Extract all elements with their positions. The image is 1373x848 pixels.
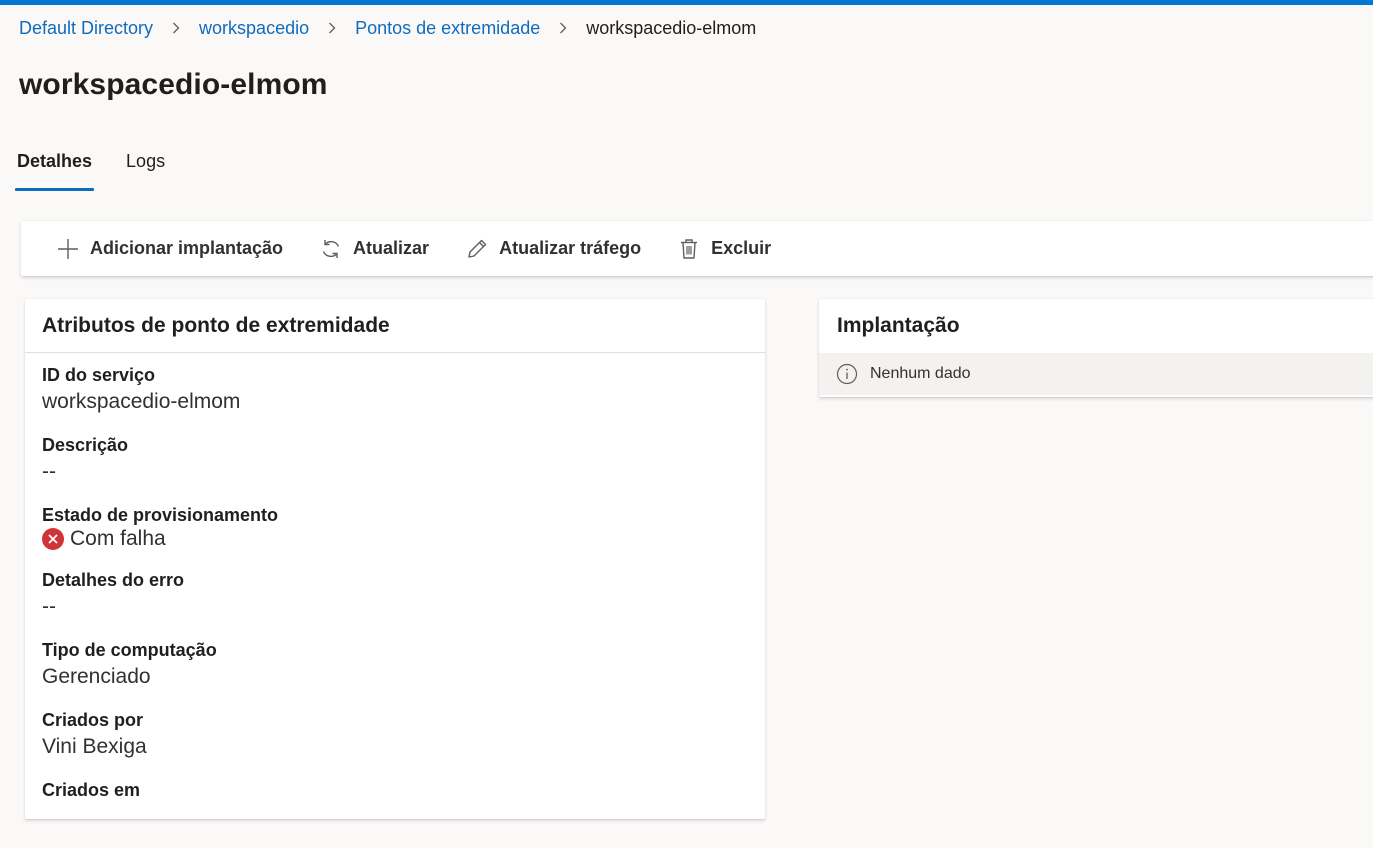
edit-pencil-icon	[468, 239, 487, 258]
breadcrumb: Default Directory workspacedio Pontos de…	[19, 16, 756, 40]
trash-icon	[681, 238, 698, 259]
attr-value: workspacedio-elmom	[42, 390, 241, 413]
attr-value: Com falha	[42, 527, 748, 551]
add-deployment-label: Adicionar implantação	[90, 238, 284, 258]
attr-label: ID do serviço	[42, 365, 156, 385]
attr-label: Detalhes do erro	[42, 570, 185, 590]
tab-list: Detalhes Logs	[15, 143, 197, 191]
endpoint-attributes-card: Atributos de ponto de extremidade ID do …	[25, 299, 765, 819]
chevron-right-icon	[309, 16, 355, 40]
deployment-card: Implantação Nenhum dado	[819, 299, 1373, 397]
add-icon	[58, 238, 78, 259]
attr-label: Criados em	[42, 780, 141, 800]
chevron-right-icon	[153, 16, 199, 40]
tab-logs[interactable]: Logs	[124, 143, 167, 191]
attr-label: Criados por	[42, 710, 144, 730]
info-icon	[836, 363, 858, 385]
attr-service-id: ID do serviço workspacedio-elmom	[42, 363, 748, 433]
top-accent-bar	[0, 0, 1373, 5]
attr-value: Gerenciado	[42, 665, 151, 688]
attr-label: Descrição	[42, 435, 129, 455]
update-traffic-button[interactable]: Atualizar tráfego	[465, 229, 641, 269]
command-bar: Adicionar implantação Atualizar Atualiza…	[21, 221, 1373, 276]
error-circle-icon	[42, 528, 64, 550]
attr-provisioning-state: Estado de provisionamento Com falha	[42, 503, 748, 568]
attr-created-at: Criados em	[42, 778, 748, 848]
attr-label: Tipo de computação	[42, 640, 217, 660]
provisioning-state-text: Com falha	[70, 527, 166, 550]
delete-label: Excluir	[711, 238, 772, 258]
refresh-label: Atualizar	[353, 238, 430, 258]
refresh-button[interactable]: Atualizar	[319, 229, 429, 269]
attributes-card-title: Atributos de ponto de extremidade	[25, 299, 765, 353]
attr-value: Vini Bexiga	[42, 735, 147, 758]
attr-error-details: Detalhes do erro --	[42, 568, 748, 638]
attr-label: Estado de provisionamento	[42, 505, 279, 525]
attr-created-by: Criados por Vini Bexiga	[42, 708, 748, 778]
tab-details[interactable]: Detalhes	[15, 143, 95, 191]
attr-compute-type: Tipo de computação Gerenciado	[42, 638, 748, 708]
attr-value: --	[42, 595, 56, 618]
refresh-icon	[322, 239, 340, 258]
delete-button[interactable]: Excluir	[677, 229, 771, 269]
page-title: workspacedio-elmom	[19, 68, 328, 101]
empty-state-text: Nenhum dado	[870, 365, 971, 382]
attr-value: --	[42, 460, 56, 483]
breadcrumb-endpoints[interactable]: Pontos de extremidade	[355, 18, 540, 39]
empty-state-message: Nenhum dado	[819, 353, 1373, 395]
chevron-right-icon	[540, 16, 586, 40]
breadcrumb-current: workspacedio-elmom	[586, 17, 757, 38]
breadcrumb-default-directory[interactable]: Default Directory	[19, 18, 153, 39]
attr-description: Descrição --	[42, 433, 748, 503]
deployment-card-title: Implantação	[837, 314, 960, 337]
add-deployment-button[interactable]: Adicionar implantação	[56, 229, 283, 269]
update-traffic-label: Atualizar tráfego	[499, 238, 642, 258]
breadcrumb-workspace[interactable]: workspacedio	[199, 18, 309, 39]
